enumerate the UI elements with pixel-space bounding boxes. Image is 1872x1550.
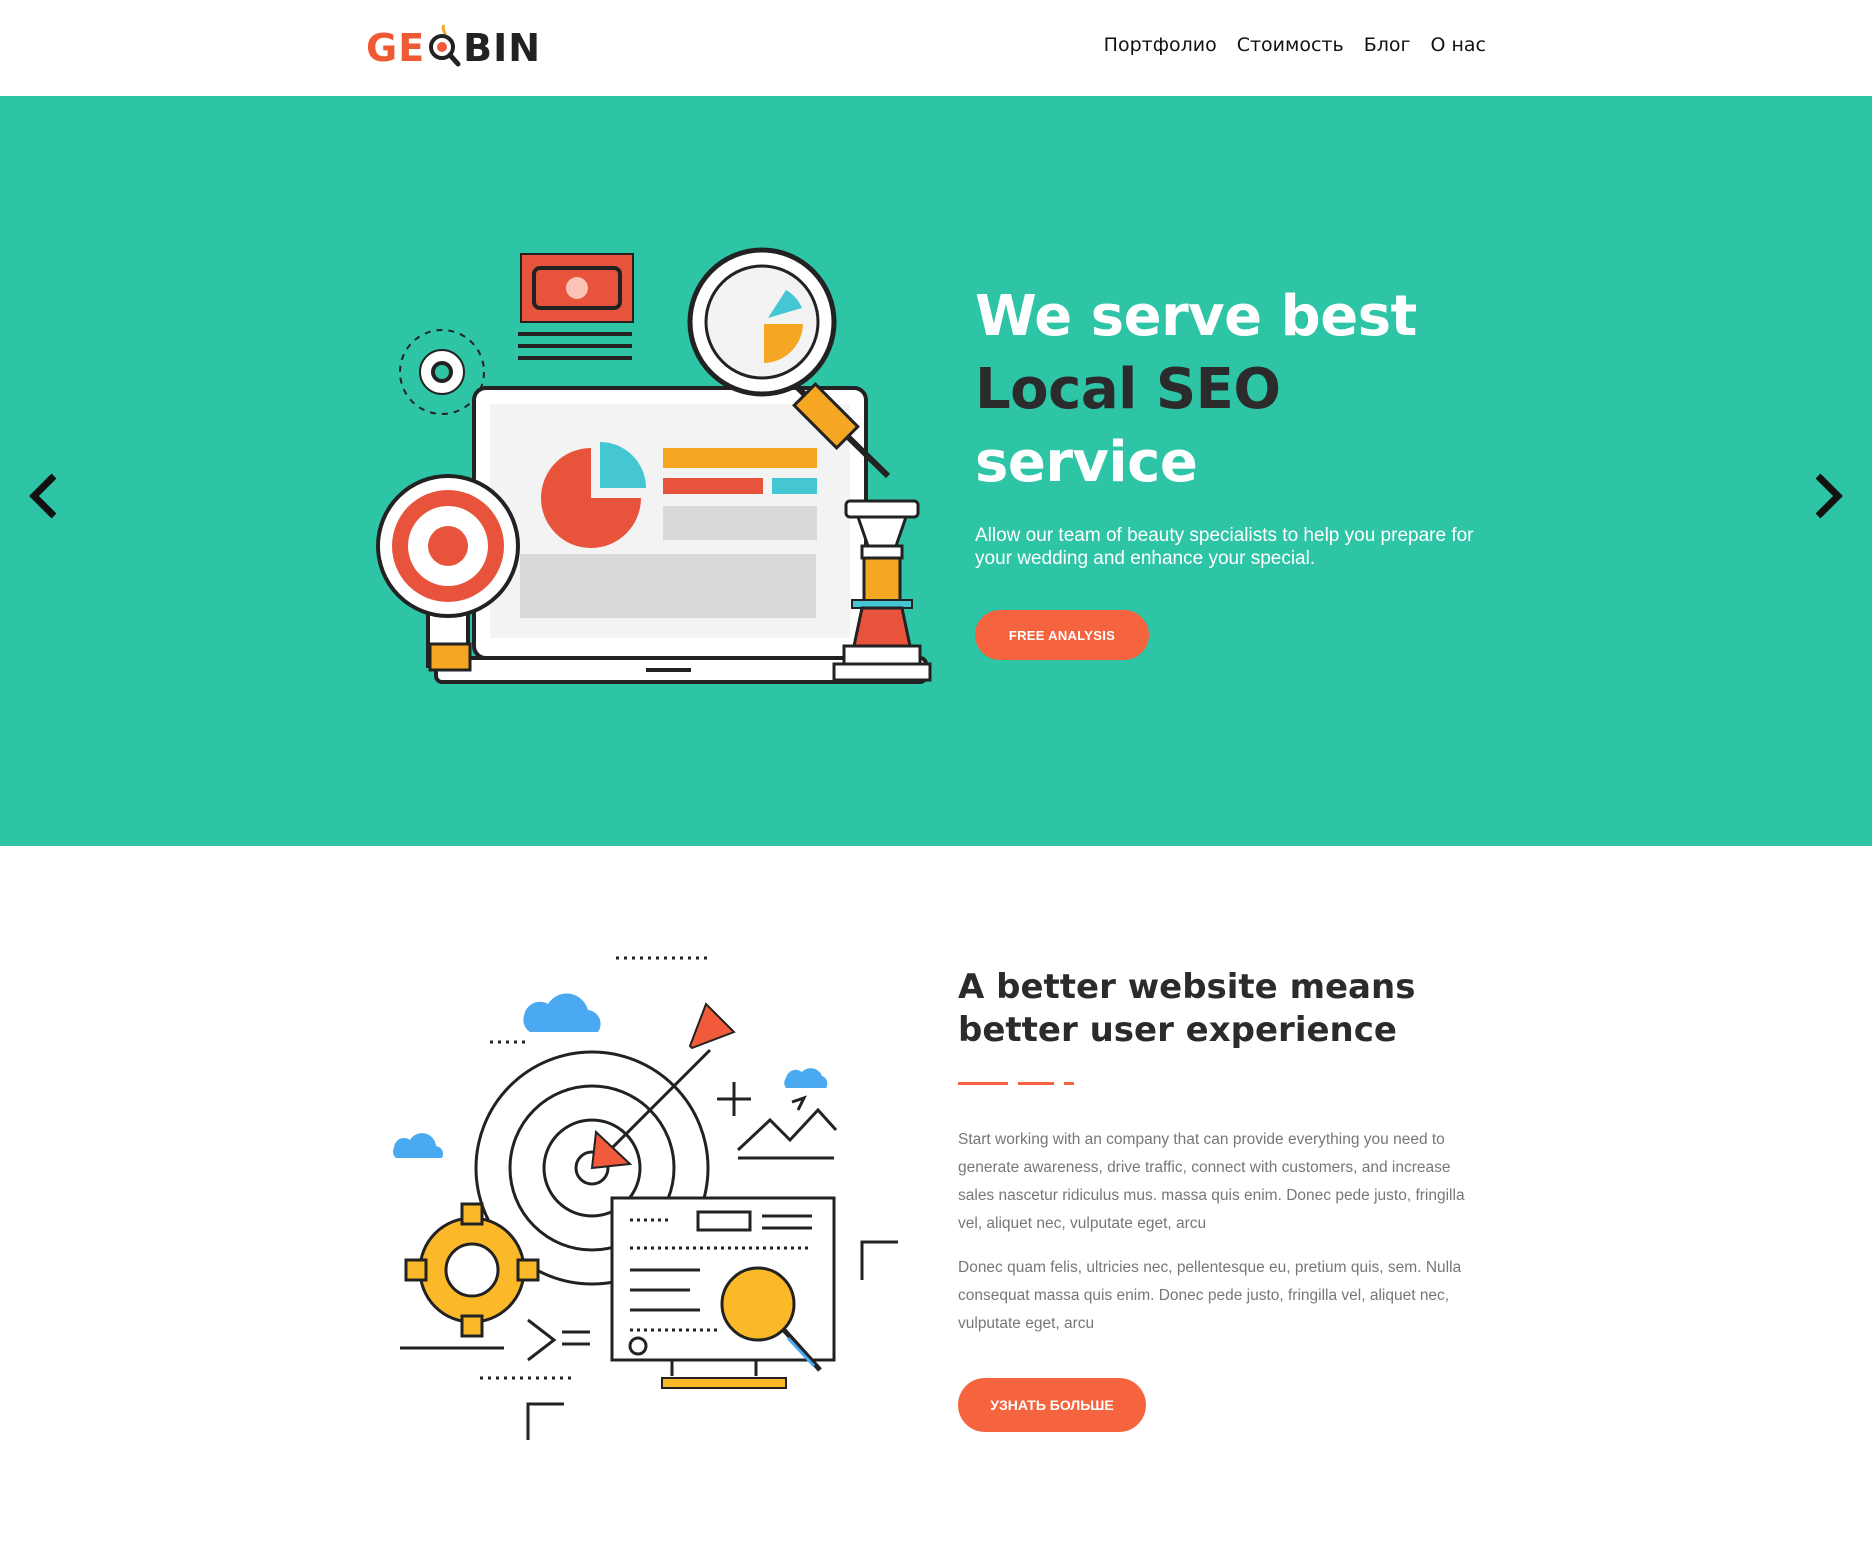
logo-part-bin: BIN <box>463 25 542 70</box>
hero-title-line-3: service <box>975 430 1198 495</box>
free-analysis-button[interactable]: FREE ANALYSIS <box>975 610 1149 660</box>
chevron-right-icon <box>1815 473 1843 519</box>
nav-about[interactable]: О нас <box>1430 34 1486 56</box>
site-header: GE BIN Портфолио Стоимость Блог О нас <box>0 0 1872 96</box>
logo-part-geo: GE <box>366 25 426 70</box>
feature-title: A better website means better user exper… <box>958 967 1416 1050</box>
learn-more-button[interactable]: УЗНАТЬ БОЛЬШЕ <box>958 1378 1146 1432</box>
nav-blog[interactable]: Блог <box>1364 34 1411 56</box>
target-analytics-illustration <box>393 956 898 1440</box>
chevron-left-icon <box>29 473 57 519</box>
main-nav: Портфолио Стоимость Блог О нас <box>1104 34 1486 56</box>
seo-analytics-illustration <box>376 247 932 684</box>
slider-prev-button[interactable] <box>22 466 72 526</box>
hero-slider: We serve best Local SEO service Allow ou… <box>0 96 1872 846</box>
hero-title-line-1: We serve best <box>975 284 1417 349</box>
logo-magnifier-icon <box>425 23 463 66</box>
feature-paragraph-2: Donec quam felis, ultricies nec, pellent… <box>958 1259 1462 1332</box>
logo-text: GE BIN <box>366 23 541 70</box>
hero-title-line-2: Local SEO <box>975 357 1281 422</box>
logo[interactable]: GE BIN <box>366 14 541 78</box>
nav-pricing[interactable]: Стоимость <box>1237 34 1344 56</box>
feature-paragraph-1: Start working with an company that can p… <box>958 1131 1465 1232</box>
title-divider <box>958 1082 1074 1085</box>
nav-portfolio[interactable]: Портфолио <box>1104 34 1217 56</box>
slider-next-button[interactable] <box>1800 466 1850 526</box>
hero-title: We serve best Local SEO service <box>975 280 1495 499</box>
hero-subtitle: Allow our team of beauty specialists to … <box>975 525 1474 569</box>
